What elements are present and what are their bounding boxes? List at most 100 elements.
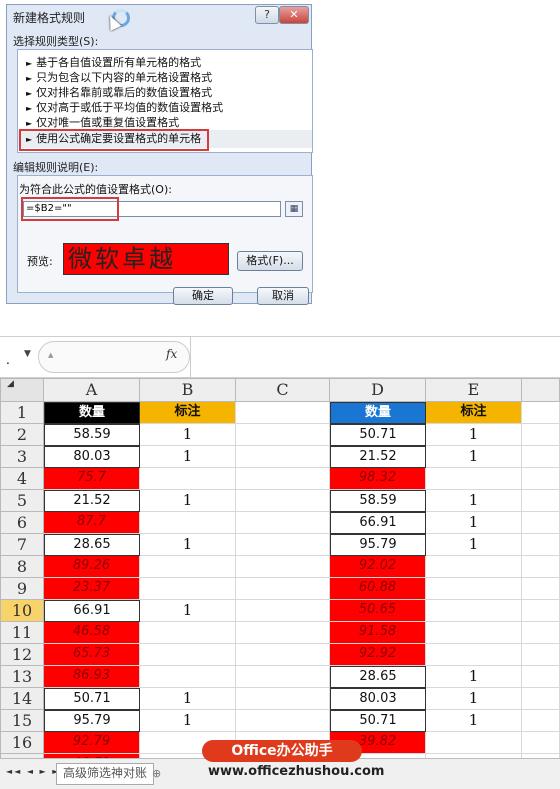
name-box[interactable]: . bbox=[6, 353, 10, 367]
table-cell[interactable] bbox=[426, 468, 522, 490]
table-cell[interactable] bbox=[522, 688, 560, 710]
table-cell[interactable] bbox=[140, 666, 236, 688]
column-header-b[interactable]: B bbox=[140, 378, 236, 402]
table-cell[interactable] bbox=[236, 490, 330, 512]
rule-type-item[interactable]: ► 基于各自值设置所有单元格的格式 bbox=[26, 54, 201, 70]
column-header-d[interactable]: D bbox=[330, 378, 426, 402]
table-cell[interactable]: 1 bbox=[426, 688, 522, 710]
table-cell[interactable]: 58.59 bbox=[330, 490, 426, 512]
row-header[interactable]: 14 bbox=[0, 688, 44, 710]
table-cell[interactable]: 1 bbox=[140, 424, 236, 446]
table-cell[interactable]: 23.37 bbox=[44, 578, 140, 600]
column-header-extra[interactable] bbox=[522, 378, 560, 402]
header-cell-b[interactable]: 标注 bbox=[140, 402, 236, 424]
table-cell[interactable]: 92.79 bbox=[44, 732, 140, 754]
table-cell[interactable] bbox=[522, 534, 560, 556]
table-cell[interactable] bbox=[236, 600, 330, 622]
table-cell[interactable] bbox=[522, 710, 560, 732]
format-button[interactable]: 格式(F)... bbox=[237, 251, 303, 271]
row-header[interactable]: 1 bbox=[0, 402, 44, 424]
table-cell[interactable]: 50.71 bbox=[330, 424, 426, 446]
table-cell[interactable]: 87.7 bbox=[44, 512, 140, 534]
table-cell[interactable] bbox=[236, 666, 330, 688]
table-cell[interactable] bbox=[236, 512, 330, 534]
table-cell[interactable]: 92.02 bbox=[330, 556, 426, 578]
row-header[interactable]: 12 bbox=[0, 644, 44, 666]
table-cell[interactable]: 50.71 bbox=[44, 688, 140, 710]
table-cell[interactable] bbox=[426, 600, 522, 622]
table-cell[interactable] bbox=[522, 600, 560, 622]
help-button[interactable]: ? bbox=[255, 6, 279, 24]
table-cell[interactable] bbox=[236, 622, 330, 644]
table-cell[interactable]: 1 bbox=[140, 490, 236, 512]
table-cell[interactable] bbox=[236, 688, 330, 710]
table-cell[interactable]: 60.88 bbox=[330, 578, 426, 600]
table-cell[interactable]: 50.65 bbox=[330, 600, 426, 622]
table-cell[interactable] bbox=[140, 468, 236, 490]
table-cell[interactable] bbox=[522, 424, 560, 446]
cell-reference-icon[interactable]: ▦ bbox=[285, 201, 303, 217]
table-cell[interactable]: 1 bbox=[140, 710, 236, 732]
table-cell[interactable] bbox=[236, 402, 330, 424]
sheet-tab[interactable]: 高级筛选神对账 bbox=[56, 763, 155, 785]
table-cell[interactable]: 91.58 bbox=[330, 622, 426, 644]
table-cell[interactable]: 80.03 bbox=[330, 688, 426, 710]
table-cell[interactable]: 80.03 bbox=[44, 446, 140, 468]
table-cell[interactable] bbox=[426, 644, 522, 666]
header-cell-a[interactable]: 数量 bbox=[44, 402, 140, 424]
table-cell[interactable]: 65.73 bbox=[44, 644, 140, 666]
table-cell[interactable] bbox=[522, 490, 560, 512]
table-cell[interactable]: 1 bbox=[140, 600, 236, 622]
row-header[interactable]: 8 bbox=[0, 556, 44, 578]
table-cell[interactable] bbox=[140, 512, 236, 534]
table-cell[interactable] bbox=[236, 424, 330, 446]
table-cell[interactable]: 86.93 bbox=[44, 666, 140, 688]
table-cell[interactable]: 1 bbox=[426, 512, 522, 534]
table-cell[interactable] bbox=[522, 402, 560, 424]
table-cell[interactable] bbox=[522, 556, 560, 578]
formula-input-field[interactable] bbox=[190, 337, 560, 377]
table-cell[interactable] bbox=[522, 512, 560, 534]
table-cell[interactable] bbox=[426, 622, 522, 644]
header-cell-e[interactable]: 标注 bbox=[426, 402, 522, 424]
table-cell[interactable]: 95.79 bbox=[330, 534, 426, 556]
fx-icon[interactable]: fx bbox=[166, 347, 177, 361]
table-cell[interactable]: 1 bbox=[140, 534, 236, 556]
ok-button[interactable]: 确定 bbox=[173, 287, 233, 305]
table-cell[interactable] bbox=[236, 468, 330, 490]
row-header[interactable]: 15 bbox=[0, 710, 44, 732]
row-header[interactable]: 2 bbox=[0, 424, 44, 446]
table-cell[interactable]: 98.32 bbox=[330, 468, 426, 490]
table-cell[interactable]: 1 bbox=[426, 424, 522, 446]
table-cell[interactable] bbox=[426, 556, 522, 578]
table-cell[interactable]: 1 bbox=[426, 710, 522, 732]
table-cell[interactable] bbox=[522, 468, 560, 490]
row-header[interactable]: 16 bbox=[0, 732, 44, 754]
table-cell[interactable] bbox=[426, 578, 522, 600]
table-cell[interactable]: 46.58 bbox=[44, 622, 140, 644]
row-header[interactable]: 3 bbox=[0, 446, 44, 468]
table-cell[interactable]: 21.52 bbox=[330, 446, 426, 468]
table-cell[interactable] bbox=[426, 732, 522, 754]
table-cell[interactable] bbox=[236, 446, 330, 468]
row-header[interactable]: 6 bbox=[0, 512, 44, 534]
row-header[interactable]: 10 bbox=[0, 600, 44, 622]
table-cell[interactable] bbox=[236, 578, 330, 600]
rule-type-item[interactable]: ► 仅对唯一值或重复值设置格式 bbox=[26, 114, 179, 130]
table-cell[interactable]: 92.92 bbox=[330, 644, 426, 666]
table-cell[interactable] bbox=[140, 622, 236, 644]
table-cell[interactable]: 89.26 bbox=[44, 556, 140, 578]
table-cell[interactable] bbox=[522, 446, 560, 468]
table-cell[interactable]: 75.7 bbox=[44, 468, 140, 490]
table-cell[interactable]: 66.91 bbox=[44, 600, 140, 622]
table-cell[interactable]: 1 bbox=[426, 534, 522, 556]
table-cell[interactable]: 1 bbox=[426, 666, 522, 688]
select-all-corner[interactable]: ◢ bbox=[0, 378, 44, 402]
table-cell[interactable] bbox=[522, 644, 560, 666]
row-header[interactable]: 4 bbox=[0, 468, 44, 490]
row-header[interactable]: 5 bbox=[0, 490, 44, 512]
column-header-e[interactable]: E bbox=[426, 378, 522, 402]
table-cell[interactable] bbox=[140, 644, 236, 666]
table-cell[interactable]: 58.59 bbox=[44, 424, 140, 446]
table-cell[interactable] bbox=[522, 732, 560, 754]
